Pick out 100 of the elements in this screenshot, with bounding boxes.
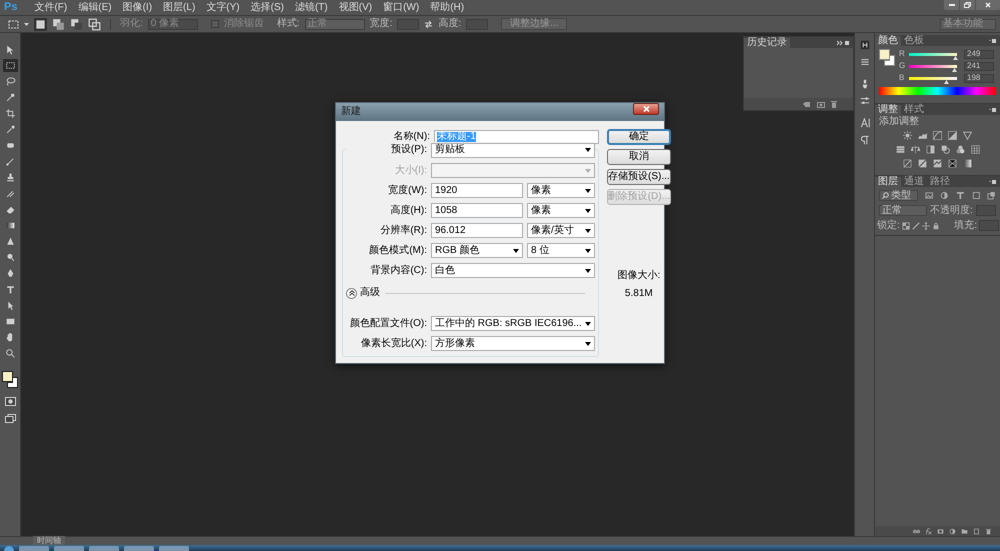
half-square-icon[interactable] — [924, 144, 936, 155]
menu-item[interactable]: 窗口(W) — [381, 2, 422, 12]
character-icon[interactable] — [858, 117, 870, 129]
checker-icon[interactable] — [902, 222, 910, 230]
field-label: 像素长宽比(X): — [360, 338, 428, 348]
type-icon[interactable] — [956, 191, 965, 200]
menu-item[interactable]: 帮助(H) — [428, 2, 466, 12]
dropdown[interactable]: 方形像素 — [431, 336, 595, 351]
selective-color-icon[interactable] — [947, 158, 958, 169]
sun-icon[interactable] — [902, 130, 913, 141]
value-field[interactable]: 241 — [964, 62, 994, 70]
value-field[interactable]: 249 — [964, 50, 994, 58]
mask-icon[interactable] — [937, 528, 944, 534]
swap-icon[interactable] — [424, 20, 434, 28]
intersect-selection-icon[interactable] — [88, 18, 101, 30]
scale-icon[interactable] — [910, 144, 920, 155]
image-icon[interactable] — [924, 191, 934, 200]
color-spectrum[interactable] — [879, 87, 996, 95]
expand-toggle[interactable] — [346, 288, 357, 298]
dialog-button[interactable]: 取消 — [606, 149, 671, 165]
paragraph-icon[interactable] — [858, 134, 870, 146]
minimize-button[interactable] — [944, 0, 959, 10]
menu-item[interactable]: 文件(F) — [32, 2, 70, 12]
panel-menu-icon[interactable] — [989, 179, 996, 185]
screen-mode-icon[interactable] — [4, 414, 16, 423]
field-label: 宽度(W): — [387, 186, 428, 196]
close-button[interactable] — [976, 0, 1000, 10]
history-icon[interactable] — [858, 39, 870, 51]
menu-item[interactable]: 图像(I) — [120, 2, 154, 12]
close-button[interactable] — [633, 103, 659, 115]
half-circle-icon[interactable] — [949, 528, 956, 534]
subtract-selection-icon[interactable] — [70, 18, 83, 30]
move-icon[interactable] — [922, 222, 930, 230]
threshold-icon[interactable] — [932, 158, 943, 169]
menu-item[interactable]: 编辑(E) — [76, 2, 114, 12]
slider-thumb[interactable] — [953, 56, 958, 60]
input-field[interactable]: 1058 — [431, 203, 523, 218]
panel-tab[interactable]: 颜色 — [875, 36, 901, 46]
panel-tab[interactable]: 历史记录 — [744, 38, 790, 48]
triangle-icon[interactable] — [962, 130, 973, 141]
add-selection-icon[interactable] — [52, 18, 65, 30]
panel-menu-icon[interactable] — [989, 107, 996, 113]
posterize-icon[interactable] — [917, 158, 928, 169]
smart-object-icon[interactable] — [987, 191, 996, 200]
panel-tab[interactable]: 图层 — [875, 177, 901, 187]
panel-tab[interactable]: 色板 — [901, 36, 927, 46]
sliders-icon[interactable] — [858, 95, 870, 107]
link-icon[interactable] — [913, 528, 920, 534]
overlap-icon[interactable] — [940, 144, 950, 155]
half-circle-icon[interactable] — [940, 191, 950, 200]
list-icon[interactable] — [858, 56, 870, 68]
trash-icon[interactable] — [831, 100, 837, 108]
menu-item[interactable]: 滤镜(T) — [292, 2, 330, 12]
menu-item[interactable]: 图层(L) — [161, 2, 198, 12]
panel-menu-icon[interactable] — [989, 38, 996, 44]
unit-dropdown[interactable]: 像素 — [527, 203, 595, 218]
new-selection-icon[interactable] — [34, 18, 47, 30]
start-orb-icon[interactable] — [4, 545, 14, 551]
menu-item[interactable]: 视图(V) — [336, 2, 374, 12]
unit-dropdown[interactable]: 像素 — [527, 183, 595, 198]
foreground-swatch[interactable] — [879, 49, 890, 60]
input-field[interactable]: 96.012 — [431, 223, 523, 238]
dialog-button[interactable]: 确定 — [606, 129, 671, 145]
camera-icon[interactable] — [817, 100, 825, 108]
restore-button[interactable] — [960, 0, 975, 10]
panel-menu-icon[interactable] — [837, 40, 849, 46]
invert-icon[interactable] — [902, 158, 913, 169]
grid-icon[interactable] — [970, 144, 980, 155]
value-field[interactable]: 198 — [964, 74, 994, 82]
dialog-button[interactable]: 存储预设(S)... — [606, 169, 671, 185]
unit-dropdown[interactable]: 8 位 — [527, 243, 595, 258]
dropdown[interactable]: 白色 — [431, 263, 595, 278]
lock-icon[interactable] — [932, 222, 940, 230]
new-document-icon[interactable] — [803, 100, 811, 108]
unit-dropdown[interactable]: 像素/英寸 — [527, 223, 595, 238]
circles-icon[interactable] — [954, 144, 966, 155]
effects-icon[interactable] — [925, 528, 932, 534]
preset-dropdown[interactable]: 剪贴板 — [431, 142, 595, 158]
panel-tab[interactable]: 时间轴 — [33, 536, 65, 545]
new-layer-icon[interactable] — [973, 528, 980, 534]
input-field[interactable]: 1920 — [431, 183, 523, 198]
panel-tab[interactable]: 样式 — [901, 105, 927, 115]
quick-mask-icon[interactable] — [4, 397, 16, 406]
panel-tab[interactable]: 通道 — [901, 177, 927, 187]
foreground-swatch[interactable] — [2, 371, 13, 382]
shape-icon[interactable] — [972, 191, 980, 200]
dropdown[interactable]: 工作中的 RGB: sRGB IEC6196... — [431, 316, 595, 331]
dropdown[interactable]: RGB 颜色 — [431, 243, 523, 258]
trash-icon[interactable] — [985, 528, 992, 534]
filter-dropdown[interactable]: 类型 — [879, 190, 918, 201]
exposure-icon[interactable] — [947, 130, 958, 141]
gradient-map-icon[interactable] — [962, 158, 973, 169]
blend-mode-dropdown[interactable]: 正常 — [879, 205, 927, 216]
panel-tab[interactable]: 路径 — [927, 177, 953, 187]
panel-tab[interactable]: 调整 — [875, 105, 901, 115]
bars-icon[interactable] — [894, 144, 906, 155]
menu-item[interactable]: 文字(Y) — [204, 2, 242, 12]
menu-item[interactable]: 选择(S) — [248, 2, 286, 12]
curve-icon[interactable] — [932, 130, 943, 141]
tool-button[interactable] — [2, 59, 18, 72]
